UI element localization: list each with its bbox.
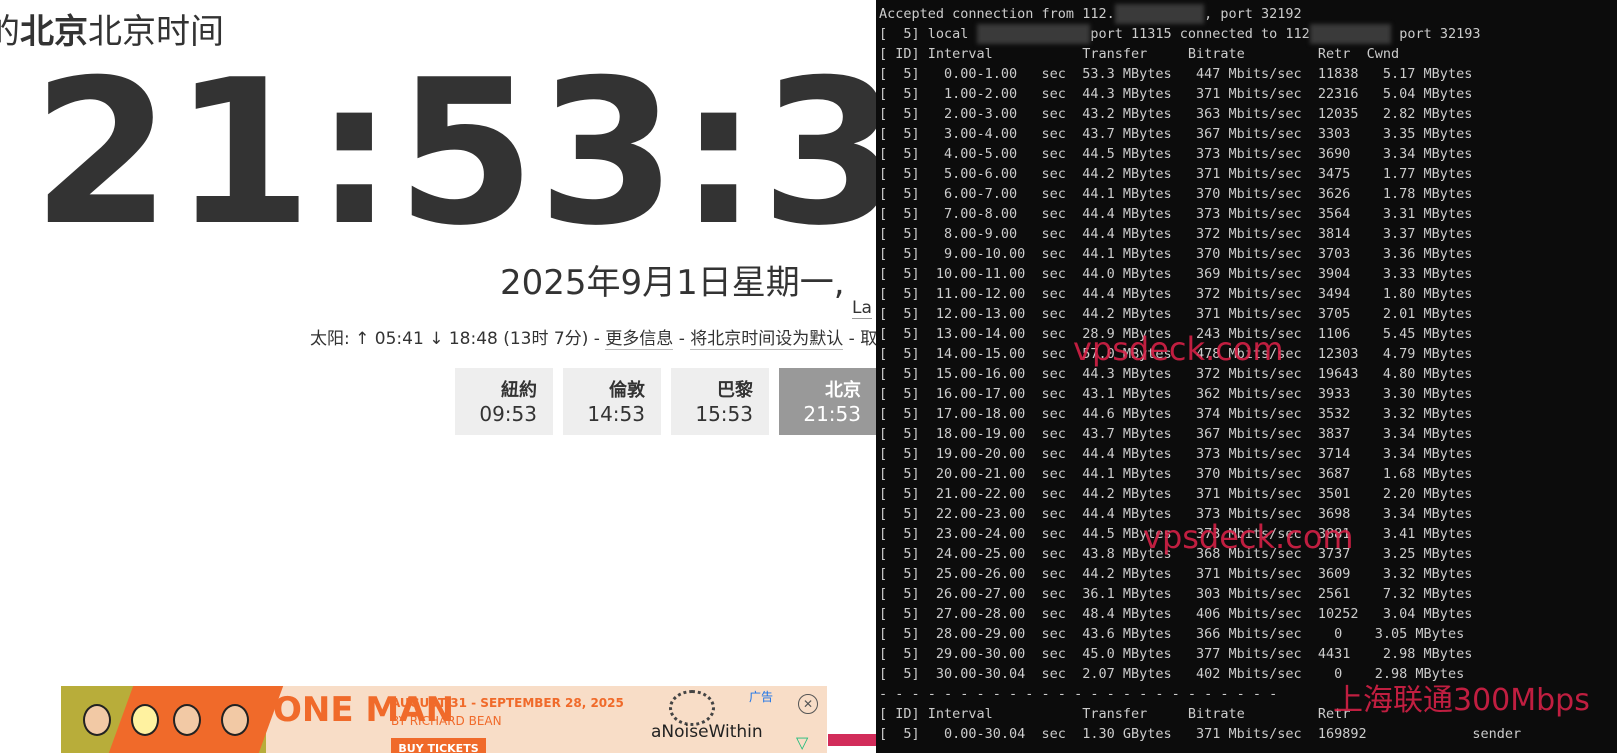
terminal-rows: [ 5] 0.00-1.00 sec 53.3 MBytes 447 Mbits… bbox=[879, 64, 1617, 684]
ad-brand: aNoiseWithin bbox=[651, 722, 763, 742]
ad-person bbox=[173, 704, 201, 736]
terminal-row: [ 5] 21.00-22.00 sec 44.2 MBytes 371 Mbi… bbox=[879, 486, 1473, 502]
terminal-row: [ 5] 28.00-29.00 sec 43.6 MBytes 366 Mbi… bbox=[879, 626, 1465, 642]
terminal-row: [ 5] 18.00-19.00 sec 43.7 MBytes 367 Mbi… bbox=[879, 426, 1473, 442]
terminal-text: [ 5] local bbox=[879, 26, 977, 42]
set-default-link[interactable]: 将北京时间设为默认 bbox=[690, 329, 844, 350]
ad-choices-icon[interactable]: ▽ bbox=[796, 733, 808, 752]
current-time-clock: 21:53:33 bbox=[32, 37, 876, 270]
terminal-row: [ 5] 1.00-2.00 sec 44.3 MBytes 371 Mbits… bbox=[879, 86, 1473, 102]
more-info-link[interactable]: 更多信息 bbox=[605, 329, 674, 350]
city-tile-paris[interactable]: 巴黎 15:53 bbox=[671, 368, 769, 435]
redacted-ip: .XXX.XXX.X bbox=[1309, 24, 1392, 44]
day-length: (13时 7分) bbox=[503, 329, 589, 349]
terminal-text: Accepted connection from 112. bbox=[879, 6, 1115, 22]
sunset-time: ↓ 18:48 bbox=[429, 329, 498, 349]
separator: - bbox=[678, 329, 685, 349]
terminal-row: [ 5] 4.00-5.00 sec 44.5 MBytes 373 Mbits… bbox=[879, 146, 1473, 162]
terminal-row: [ 5] 10.00-11.00 sec 44.0 MBytes 369 Mbi… bbox=[879, 266, 1473, 282]
ad-brand-logo-icon bbox=[669, 690, 715, 726]
terminal-row: [ 5] 7.00-8.00 sec 44.4 MBytes 373 Mbits… bbox=[879, 206, 1473, 222]
terminal-row: [ 5] 6.00-7.00 sec 44.1 MBytes 370 Mbits… bbox=[879, 186, 1473, 202]
ad-banner[interactable]: ONE MAN AUGUST 31 - SEPTEMBER 28, 2025 B… bbox=[61, 686, 827, 753]
terminal-row: [ 5] 25.00-26.00 sec 44.2 MBytes 371 Mbi… bbox=[879, 566, 1473, 582]
city-tiles: 紐約 09:53 倫敦 14:53 巴黎 15:53 北京 21:53 bbox=[455, 368, 876, 435]
city-time: 21:53 bbox=[803, 402, 861, 426]
terminal-row: [ 5] 3.00-4.00 sec 43.7 MBytes 367 Mbits… bbox=[879, 126, 1473, 142]
ad-author: BY RICHARD BEAN bbox=[391, 714, 502, 728]
terminal-row: [ 5] 5.00-6.00 sec 44.2 MBytes 371 Mbits… bbox=[879, 166, 1473, 182]
redacted-ip: XXX.XXX.XXX.XX bbox=[976, 24, 1091, 44]
terminal-row: [ 5] 8.00-9.00 sec 44.4 MBytes 372 Mbits… bbox=[879, 226, 1473, 242]
terminal-row: [ 5] 16.00-17.00 sec 43.1 MBytes 362 Mbi… bbox=[879, 386, 1473, 402]
ad-dates: AUGUST 31 - SEPTEMBER 28, 2025 bbox=[391, 696, 624, 710]
city-tile-beijing[interactable]: 北京 21:53 bbox=[779, 368, 876, 435]
language-link[interactable]: La bbox=[852, 298, 872, 319]
pink-bar bbox=[828, 734, 876, 746]
terminal-header: [ ID] Interval Transfer Bitrate Retr Cwn… bbox=[879, 46, 1400, 62]
city-name: 巴黎 bbox=[717, 380, 753, 401]
watermark: vpsdeck.com bbox=[1143, 518, 1354, 556]
ad-person bbox=[131, 704, 159, 736]
terminal-text: port 11315 connected to 112 bbox=[1090, 26, 1310, 42]
city-tile-new-york[interactable]: 紐約 09:53 bbox=[455, 368, 553, 435]
city-name: 紐約 bbox=[501, 380, 537, 401]
redacted-ip: XXX.XXX.XXX bbox=[1114, 4, 1205, 24]
time-website-page: 的北京北京时间 21:53:33 2025年9月1日星期一, La 太阳: ↑ … bbox=[0, 0, 876, 753]
trailing-link[interactable]: - 取 bbox=[849, 329, 876, 349]
terminal-row: [ 5] 20.00-21.00 sec 44.1 MBytes 370 Mbi… bbox=[879, 466, 1473, 482]
current-date: 2025年9月1日星期一, bbox=[500, 263, 845, 303]
ad-buy-tickets-button[interactable]: BUY TICKETS bbox=[391, 738, 486, 753]
city-time: 14:53 bbox=[587, 402, 645, 426]
terminal-row: [ 5] 26.00-27.00 sec 36.1 MBytes 303 Mbi… bbox=[879, 586, 1473, 602]
ad-close-icon[interactable]: ✕ bbox=[798, 694, 818, 714]
terminal-line-accepted: Accepted connection from 112.XXX.XXX.XXX… bbox=[879, 4, 1617, 24]
title-prefix: 的 bbox=[0, 12, 20, 52]
terminal-summary-row: [ 5] 0.00-30.04 sec 1.30 GBytes 371 Mbit… bbox=[879, 726, 1522, 742]
terminal-row: [ 5] 0.00-1.00 sec 53.3 MBytes 447 Mbits… bbox=[879, 66, 1473, 82]
city-tile-london[interactable]: 倫敦 14:53 bbox=[563, 368, 661, 435]
city-time: 15:53 bbox=[695, 402, 753, 426]
terminal-row: [ 5] 29.00-30.00 sec 45.0 MBytes 377 Mbi… bbox=[879, 646, 1473, 662]
sun-label: 太阳: bbox=[310, 329, 350, 349]
separator: - bbox=[593, 329, 600, 349]
sunrise-time: ↑ 05:41 bbox=[355, 329, 424, 349]
city-name: 倫敦 bbox=[609, 380, 645, 401]
city-name: 北京 bbox=[825, 380, 861, 401]
terminal-line-local: [ 5] local XXX.XXX.XXX.XXport 11315 conn… bbox=[879, 24, 1617, 44]
terminal-row: [ 5] 27.00-28.00 sec 48.4 MBytes 406 Mbi… bbox=[879, 606, 1473, 622]
terminal-row: [ 5] 17.00-18.00 sec 44.6 MBytes 374 Mbi… bbox=[879, 406, 1473, 422]
terminal-row: [ 5] 11.00-12.00 sec 44.4 MBytes 372 Mbi… bbox=[879, 286, 1473, 302]
city-time: 09:53 bbox=[479, 402, 537, 426]
ad-person bbox=[83, 704, 111, 736]
sun-info-line: 太阳: ↑ 05:41 ↓ 18:48 (13时 7分) - 更多信息 - 将北… bbox=[310, 324, 876, 350]
terminal-row: [ 5] 12.00-13.00 sec 44.2 MBytes 371 Mbi… bbox=[879, 306, 1473, 322]
terminal-text: , port 32192 bbox=[1204, 6, 1302, 22]
terminal-text: port 32193 bbox=[1391, 26, 1481, 42]
terminal-row: [ 5] 19.00-20.00 sec 44.4 MBytes 373 Mbi… bbox=[879, 446, 1473, 462]
speed-caption: 上海联通300Mbps bbox=[1333, 683, 1590, 718]
ad-label[interactable]: 广告 bbox=[749, 688, 773, 705]
ad-image bbox=[61, 686, 284, 753]
terminal-row: [ 5] 9.00-10.00 sec 44.1 MBytes 370 Mbit… bbox=[879, 246, 1473, 262]
ad-person bbox=[221, 704, 249, 736]
watermark: vpsdeck.com bbox=[1073, 330, 1284, 368]
terminal-window[interactable]: Accepted connection from 112.XXX.XXX.XXX… bbox=[876, 0, 1617, 753]
terminal-row: [ 5] 2.00-3.00 sec 43.2 MBytes 363 Mbits… bbox=[879, 106, 1473, 122]
